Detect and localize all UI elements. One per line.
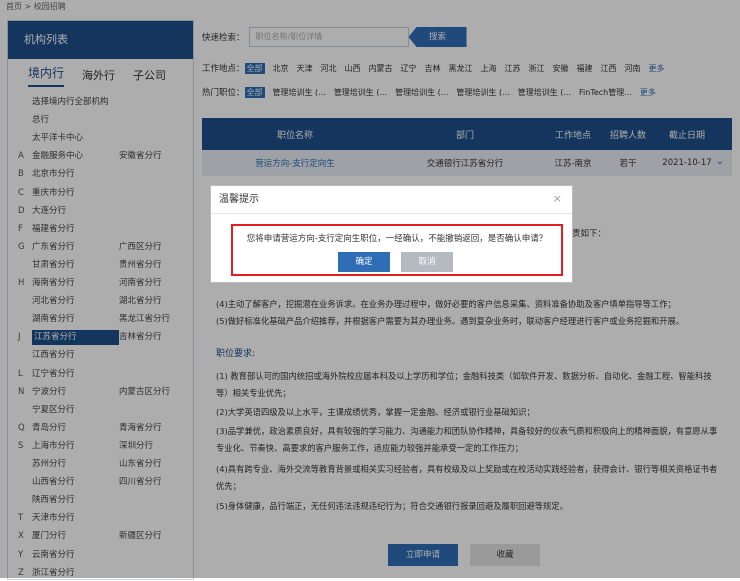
dialog-title: 温馨提示 [211, 186, 572, 214]
dialog-body-highlight: 您将申请营运方向-支行定向生职位，一经确认，不能撤销返回，是否确认申请？ 确定 … [231, 224, 563, 276]
modal-overlay [0, 0, 740, 578]
dialog-message: 您将申请营运方向-支行定向生职位，一经确认，不能撤销返回，是否确认申请？ [246, 234, 548, 244]
confirm-button[interactable]: 确定 [338, 252, 390, 272]
cancel-button[interactable]: 取消 [401, 252, 453, 272]
confirm-dialog: 温馨提示 × 您将申请营运方向-支行定向生职位，一经确认，不能撤销返回，是否确认… [210, 185, 573, 283]
close-icon[interactable]: × [553, 192, 562, 205]
